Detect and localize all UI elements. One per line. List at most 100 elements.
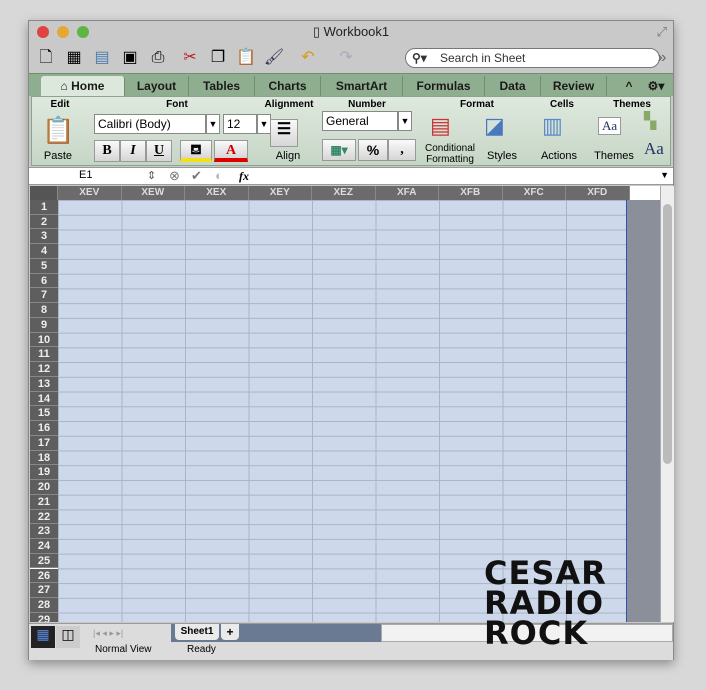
row-header[interactable]: 20 [30,480,58,495]
row-header[interactable]: 7 [30,288,58,304]
chevron-down-icon[interactable]: ▼ [660,170,669,180]
align-button[interactable]: Align [268,151,308,162]
conditional-formatting-button[interactable]: Conditional Formatting [420,143,480,165]
tab-data[interactable]: Data [485,76,541,97]
comma-button[interactable]: , [388,139,416,161]
underline-button[interactable]: U [146,140,172,162]
vertical-scrollbar[interactable] [660,186,674,622]
row-header[interactable]: 21 [30,494,58,510]
name-box-stepper-icon[interactable]: ⇕ [147,169,156,182]
tab-smartart[interactable]: SmartArt [321,76,403,97]
theme-colors-icon[interactable]: ▚ [644,111,656,131]
italic-button[interactable]: I [120,140,146,162]
align-icon[interactable]: ☰ [270,119,298,147]
save-icon[interactable]: ▣ [119,47,141,69]
row-header[interactable]: 18 [30,450,58,466]
copy-icon[interactable]: ❐ [207,47,229,69]
row-header[interactable]: 5 [30,258,58,274]
row-header[interactable]: 17 [30,435,58,451]
select-all-button[interactable] [30,186,58,200]
row-header[interactable]: 14 [30,391,58,407]
fill-color-icon[interactable]: ⛾ [180,140,212,162]
minimize-button[interactable] [57,26,69,38]
row-header[interactable]: 2 [30,214,58,230]
tab-layout[interactable]: Layout [125,76,189,97]
paste-icon[interactable]: 📋 [235,47,257,69]
column-header[interactable]: XFB [439,186,503,200]
styles-button[interactable]: Styles [480,151,524,162]
sheet-tab[interactable]: Sheet1 [175,624,219,640]
row-header[interactable]: 16 [30,421,58,436]
tab-home[interactable]: ⌂ Home [41,76,125,97]
themes-button[interactable]: Themes [590,151,638,162]
row-header[interactable]: 11 [30,347,58,363]
row-header[interactable]: 13 [30,376,58,392]
fullscreen-icon[interactable]: ⤢ [657,21,667,43]
redo-icon[interactable]: ↷ [335,47,357,69]
row-header[interactable]: 3 [30,229,58,245]
font-color-button[interactable]: A [214,140,248,162]
font-name-select[interactable]: Calibri (Body) [94,114,206,134]
accounting-format-icon[interactable]: ▦▾ [322,139,356,161]
name-box[interactable]: E1 [79,169,92,181]
templates-icon[interactable]: ▦ [63,47,85,69]
chevron-down-icon[interactable]: ▼ [206,114,220,134]
tab-charts[interactable]: Charts [255,76,321,97]
number-format-select[interactable]: General [322,111,398,131]
format-painter-icon[interactable]: 🖌 [263,47,285,69]
collapse-ribbon-icon[interactable]: ^ [619,76,639,97]
row-header[interactable]: 12 [30,362,58,377]
column-header[interactable]: XFD [566,186,630,200]
row-header[interactable]: 28 [30,597,58,613]
cut-icon[interactable]: ✂ [179,47,201,69]
close-button[interactable] [37,26,49,38]
undo-icon[interactable]: ↶ [297,47,319,69]
row-header[interactable]: 22 [30,509,58,525]
search-input[interactable]: ⚲▾ Search in Sheet [405,48,660,68]
row-header[interactable]: 29 [30,612,58,622]
scrollbar-thumb[interactable] [663,204,672,464]
row-header[interactable]: 26 [30,568,58,584]
overflow-icon[interactable]: » [651,47,673,69]
cells-actions-icon[interactable]: ▥ [542,113,563,139]
row-header[interactable]: 1 [30,200,58,215]
paste-button[interactable]: Paste [38,151,78,162]
tab-review[interactable]: Review [541,76,607,97]
chevron-down-icon[interactable]: ▼ [398,111,412,131]
sheet-navigation-icon[interactable]: |◂ ◂ ▸ ▸| [83,624,179,642]
column-header[interactable]: XEV [58,186,122,200]
theme-fonts-button[interactable]: Aa [644,139,664,159]
enter-icon[interactable]: ✔ [191,168,202,184]
tab-tables[interactable]: Tables [189,76,255,97]
column-header[interactable]: XFA [375,186,439,200]
add-sheet-button[interactable]: + [221,624,239,640]
percent-button[interactable]: % [358,139,388,161]
actions-button[interactable]: Actions [534,151,584,162]
column-header[interactable]: XEZ [312,186,376,200]
print-icon[interactable]: ⎙ [147,47,169,69]
column-header[interactable]: XEY [248,186,312,200]
row-header[interactable]: 27 [30,583,58,598]
row-header[interactable]: 15 [30,406,58,422]
bold-button[interactable]: B [94,140,120,162]
conditional-formatting-icon[interactable]: ▤ [430,113,451,139]
row-header[interactable]: 24 [30,539,58,554]
row-header[interactable]: 23 [30,524,58,539]
column-header[interactable]: XEX [185,186,249,200]
column-header[interactable]: XFC [502,186,566,200]
chevron-down-icon[interactable]: ▼ [257,114,271,134]
themes-icon[interactable]: Aa [598,117,622,135]
paste-icon[interactable]: 📋 [42,115,74,146]
row-header[interactable]: 19 [30,465,58,481]
tab-formulas[interactable]: Formulas [403,76,485,97]
cancel-icon[interactable]: ⊗ [169,168,180,184]
zoom-button[interactable] [77,26,89,38]
row-header[interactable]: 8 [30,303,58,318]
row-header[interactable]: 10 [30,332,58,348]
insert-function-circle-icon[interactable]: ◐ [215,168,223,183]
new-icon[interactable]: 🗋 [35,47,57,69]
styles-icon[interactable]: ◪ [484,113,505,139]
row-header[interactable]: 4 [30,244,58,259]
normal-view-icon[interactable]: ▦ [31,626,55,648]
open-icon[interactable]: ▤ [91,47,113,69]
